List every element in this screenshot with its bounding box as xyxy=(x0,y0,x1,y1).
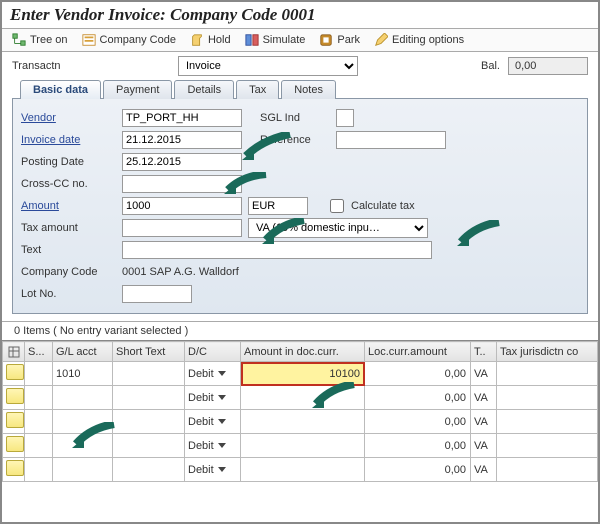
tab-basic-data[interactable]: Basic data xyxy=(20,80,101,99)
park-label: Park xyxy=(337,34,360,46)
simulate-icon xyxy=(245,33,259,47)
table-row: Debit 0,00 VA xyxy=(3,386,598,410)
t-cell[interactable]: VA xyxy=(471,362,497,386)
posting-date-input[interactable] xyxy=(122,153,242,171)
cross-cc-input[interactable] xyxy=(122,175,242,193)
calculate-tax-input[interactable] xyxy=(330,199,344,213)
dc-cell[interactable]: Debit xyxy=(185,362,241,386)
park-button[interactable]: Park xyxy=(319,33,360,47)
col-status[interactable]: S... xyxy=(25,342,53,362)
balance-label: Bal. xyxy=(481,60,500,72)
reference-input[interactable] xyxy=(336,131,446,149)
tree-icon xyxy=(12,33,26,47)
tax-amount-input[interactable] xyxy=(122,219,242,237)
posting-date-label: Posting Date xyxy=(21,156,116,168)
loc-amount-cell[interactable]: 0,00 xyxy=(365,362,471,386)
toolbar: Tree on Company Code Hold Simulate Park … xyxy=(2,29,598,51)
simulate-label: Simulate xyxy=(263,34,306,46)
editing-options-label: Editing options xyxy=(392,34,464,46)
col-loc-amount[interactable]: Loc.curr.amount xyxy=(365,342,471,362)
status-cell[interactable] xyxy=(25,362,53,386)
company-code-button[interactable]: Company Code xyxy=(82,33,176,47)
text-input[interactable] xyxy=(122,241,432,259)
table-settings-icon xyxy=(8,346,20,358)
page-title: Enter Vendor Invoice: Company Code 0001 xyxy=(2,2,598,28)
hold-label: Hold xyxy=(208,34,231,46)
row-select-button[interactable] xyxy=(3,362,25,386)
text-label: Text xyxy=(21,244,116,256)
row-select-button[interactable] xyxy=(3,434,25,458)
sgl-ind-input[interactable] xyxy=(336,109,354,127)
amount-input[interactable] xyxy=(122,197,242,215)
editing-options-button[interactable]: Editing options xyxy=(374,33,464,47)
calculate-tax-checkbox[interactable]: Calculate tax xyxy=(326,196,415,216)
table-row: Debit 0,00 VA xyxy=(3,458,598,482)
chevron-down-icon xyxy=(218,467,226,472)
short-text-cell[interactable] xyxy=(113,362,185,386)
balance-value: 0,00 xyxy=(508,57,588,75)
sgl-ind-label: SGL Ind xyxy=(260,112,330,124)
tab-details[interactable]: Details xyxy=(174,80,234,99)
calculate-tax-label: Calculate tax xyxy=(351,200,415,212)
amount-doc-cell[interactable]: 10100 xyxy=(241,362,365,386)
lot-no-label: Lot No. xyxy=(21,288,116,300)
line-items-grid: S... G/L acct Short Text D/C Amount in d… xyxy=(2,340,598,482)
table-row: Debit 0,00 VA xyxy=(3,410,598,434)
company-code-icon xyxy=(82,33,96,47)
invoice-date-input[interactable] xyxy=(122,131,242,149)
basic-data-panel: Vendor SGL Ind Invoice date Reference Po… xyxy=(12,98,588,314)
chevron-down-icon xyxy=(218,395,226,400)
col-t[interactable]: T.. xyxy=(471,342,497,362)
hold-icon xyxy=(190,33,204,47)
tab-tax[interactable]: Tax xyxy=(236,80,279,99)
tax-jur-cell[interactable] xyxy=(497,362,598,386)
grid-corner-button[interactable] xyxy=(3,342,25,362)
reference-label: Reference xyxy=(260,134,330,146)
table-row: Debit 0,00 VA xyxy=(3,434,598,458)
tab-payment[interactable]: Payment xyxy=(103,80,172,99)
col-amount-doc[interactable]: Amount in doc.curr. xyxy=(241,342,365,362)
transaction-label: Transactn xyxy=(12,60,82,72)
tabstrip: Basic data Payment Details Tax Notes xyxy=(2,80,598,99)
grid-title: 0 Items ( No entry variant selected ) xyxy=(2,322,598,340)
vendor-input[interactable] xyxy=(122,109,242,127)
table-row: 1010 Debit 10100 0,00 VA xyxy=(3,362,598,386)
chevron-down-icon xyxy=(218,443,226,448)
tree-on-button[interactable]: Tree on xyxy=(12,33,68,47)
pencil-icon xyxy=(374,33,388,47)
tax-code-select[interactable]: VA (19% domestic inpu… xyxy=(248,218,428,238)
chevron-down-icon xyxy=(218,419,226,424)
row-select-button[interactable] xyxy=(3,410,25,434)
tab-notes[interactable]: Notes xyxy=(281,80,336,99)
col-short-text[interactable]: Short Text xyxy=(113,342,185,362)
invoice-date-label[interactable]: Invoice date xyxy=(21,134,116,146)
transaction-select[interactable]: Invoice xyxy=(178,56,358,76)
lot-no-input[interactable] xyxy=(122,285,192,303)
park-icon xyxy=(319,33,333,47)
simulate-button[interactable]: Simulate xyxy=(245,33,306,47)
currency-input[interactable] xyxy=(248,197,308,215)
tree-on-label: Tree on xyxy=(30,34,68,46)
gl-acct-cell[interactable]: 1010 xyxy=(53,362,113,386)
hold-button[interactable]: Hold xyxy=(190,33,231,47)
chevron-down-icon xyxy=(218,371,226,376)
grid-header-row: S... G/L acct Short Text D/C Amount in d… xyxy=(3,342,598,362)
col-gl-acct[interactable]: G/L acct xyxy=(53,342,113,362)
amount-label[interactable]: Amount xyxy=(21,200,116,212)
company-code-label: Company Code xyxy=(100,34,176,46)
col-dc[interactable]: D/C xyxy=(185,342,241,362)
cross-cc-label: Cross-CC no. xyxy=(21,178,116,190)
company-code-field-label: Company Code xyxy=(21,266,116,278)
vendor-label[interactable]: Vendor xyxy=(21,112,116,124)
company-code-value: 0001 SAP A.G. Walldorf xyxy=(122,266,239,278)
tax-amount-label: Tax amount xyxy=(21,222,116,234)
row-select-button[interactable] xyxy=(3,386,25,410)
row-select-button[interactable] xyxy=(3,458,25,482)
col-tax-jur[interactable]: Tax jurisdictn co xyxy=(497,342,598,362)
